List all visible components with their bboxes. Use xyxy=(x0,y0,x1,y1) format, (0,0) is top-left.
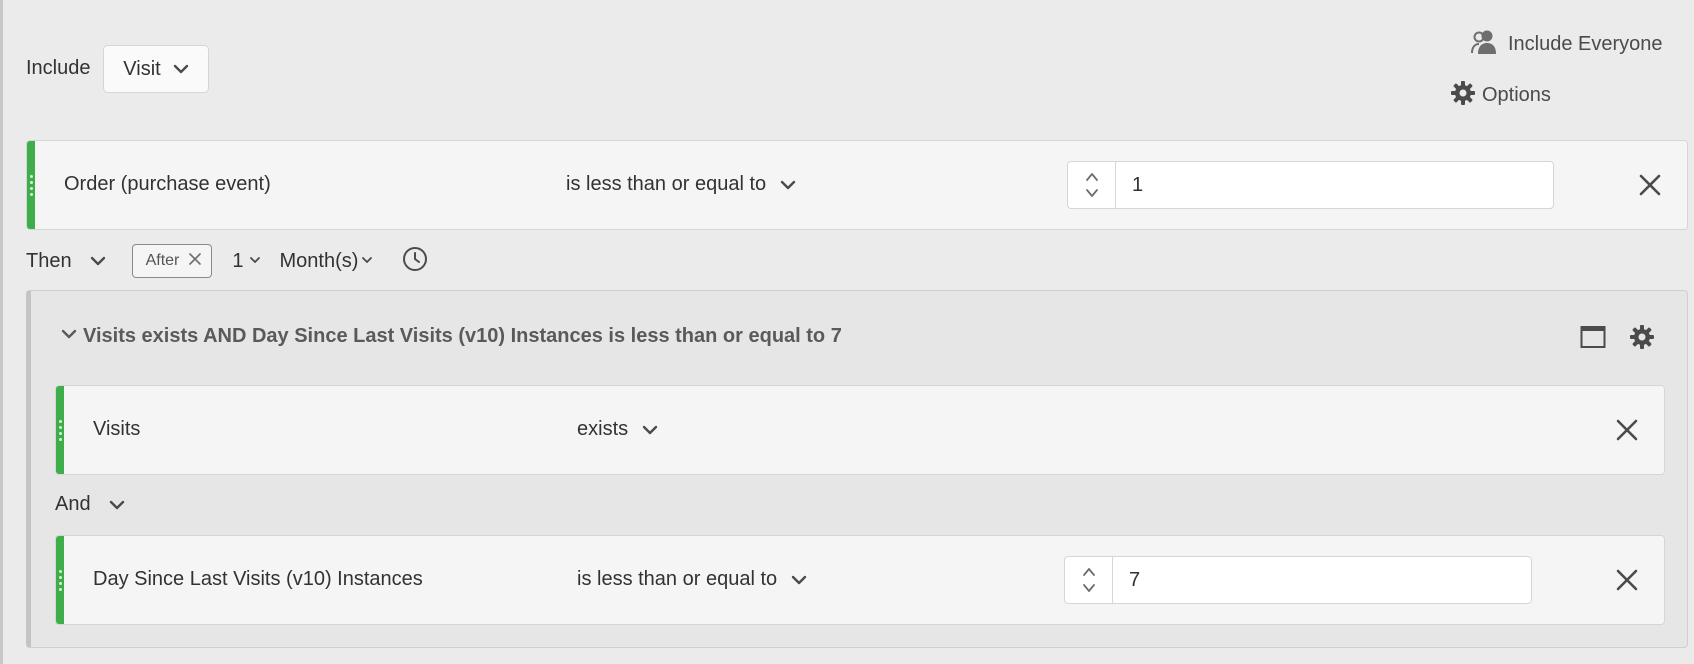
container-type-value: Visit xyxy=(123,57,161,80)
chevron-down-icon xyxy=(780,177,796,193)
close-icon[interactable] xyxy=(1637,172,1663,198)
rule-day-since-last-visit: Day Since Last Visits (v10) Instances is… xyxy=(55,535,1665,625)
value-field xyxy=(1067,161,1554,209)
sequence-row: Then After 1 Month(s) xyxy=(26,244,428,278)
unit-value: Month(s) xyxy=(279,249,359,272)
drag-handle[interactable] xyxy=(56,386,64,474)
chevron-down-icon xyxy=(362,252,373,270)
logic-operator-dropdown[interactable]: And xyxy=(55,493,125,516)
operator-dropdown[interactable]: exists xyxy=(577,418,658,441)
operator-value: exists xyxy=(577,418,629,440)
drag-handle[interactable] xyxy=(27,141,35,229)
operator-value: is less than or equal to xyxy=(566,173,767,195)
chevron-down-icon xyxy=(109,497,125,513)
people-icon xyxy=(1470,28,1498,61)
rule-dimension: Day Since Last Visits (v10) Instances xyxy=(93,568,423,590)
value-input[interactable] xyxy=(1113,557,1531,603)
chevron-down-icon xyxy=(249,252,260,270)
value-input[interactable] xyxy=(1116,162,1553,208)
after-tag[interactable]: After xyxy=(131,244,213,278)
chevron-down-icon xyxy=(173,61,189,77)
gear-icon[interactable] xyxy=(1629,324,1655,355)
logic-operator-label: And xyxy=(55,493,91,515)
rule-visits: Visits exists xyxy=(55,385,1665,475)
operator-dropdown[interactable]: is less than or equal to xyxy=(566,173,796,196)
close-icon[interactable] xyxy=(189,252,202,270)
clock-icon[interactable] xyxy=(402,246,428,277)
rule-dimension: Visits xyxy=(93,418,141,440)
chevron-down-icon[interactable] xyxy=(61,326,77,347)
stepper-icon[interactable] xyxy=(1068,162,1116,208)
rule-dimension: Order (purchase event) xyxy=(64,173,271,195)
unit-dropdown[interactable]: Month(s) xyxy=(280,250,373,273)
chevron-down-icon xyxy=(90,253,106,269)
options-button[interactable]: Options xyxy=(1450,80,1551,111)
chevron-down-icon xyxy=(642,422,658,438)
gear-icon xyxy=(1450,80,1476,111)
include-label: Include xyxy=(26,57,91,79)
options-label: Options xyxy=(1482,84,1551,106)
value-field xyxy=(1064,556,1532,604)
count-value: 1 xyxy=(232,249,244,272)
container-title: Visits exists AND Day Since Last Visits … xyxy=(83,325,842,347)
stepper-icon[interactable] xyxy=(1065,557,1113,603)
container-header: Visits exists AND Day Since Last Visits … xyxy=(61,325,842,348)
drag-handle[interactable] xyxy=(56,536,64,624)
window-icon[interactable] xyxy=(1580,325,1606,354)
close-icon[interactable] xyxy=(1614,417,1640,443)
include-everyone-button[interactable]: Include Everyone xyxy=(1470,28,1663,61)
operator-dropdown[interactable]: is less than or equal to xyxy=(577,568,807,591)
left-edge-border xyxy=(0,0,3,664)
after-label: After xyxy=(145,252,180,269)
container-type-dropdown[interactable]: Visit xyxy=(103,45,209,93)
then-label: Then xyxy=(26,249,72,272)
close-icon[interactable] xyxy=(1614,567,1640,593)
rule-order: Order (purchase event) is less than or e… xyxy=(26,140,1688,230)
nested-container: Visits exists AND Day Since Last Visits … xyxy=(26,290,1688,648)
chevron-down-icon xyxy=(791,572,807,588)
include-everyone-label: Include Everyone xyxy=(1508,33,1663,55)
then-dropdown[interactable]: Then xyxy=(26,250,106,273)
count-dropdown[interactable]: 1 xyxy=(232,249,260,273)
operator-value: is less than or equal to xyxy=(577,568,778,590)
